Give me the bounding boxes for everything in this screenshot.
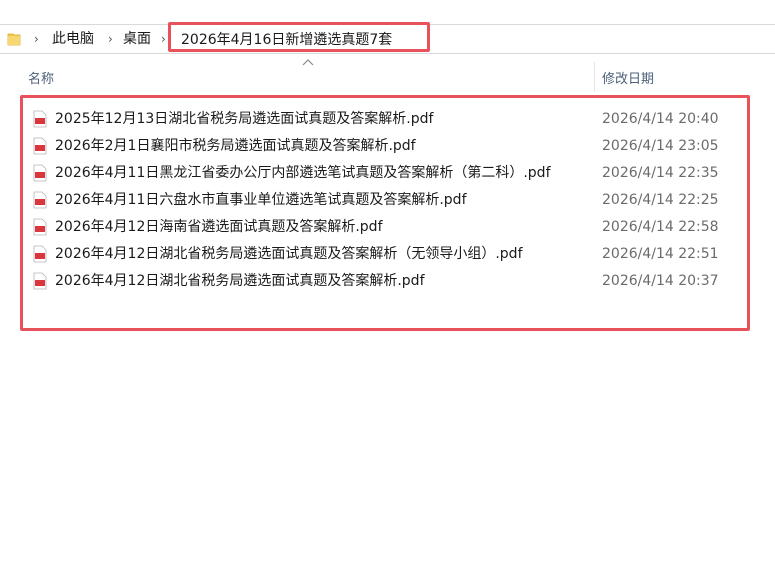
breadcrumb-desktop[interactable]: 桌面 (123, 30, 151, 48)
chevron-right-icon[interactable]: › (108, 32, 118, 46)
file-name: 2026年4月12日湖北省税务局遴选面试真题及答案解析（无领导小组）.pdf (55, 246, 523, 262)
file-row[interactable]: 2026年4月11日黑龙江省委办公厅内部遴选笔试真题及答案解析（第二科）.pdf… (33, 160, 743, 186)
column-header-name[interactable]: 名称 (28, 70, 54, 90)
file-list: 2025年12月13日湖北省税务局遴选面试真题及答案解析.pdf 2026/4/1… (20, 95, 750, 331)
file-modified-date: 2026/4/14 20:40 (602, 111, 719, 127)
address-bar[interactable]: › 此电脑 › 桌面 › 2026年4月16日新增遴选真题7套 (0, 22, 775, 54)
file-modified-date: 2026/4/14 22:58 (602, 219, 719, 235)
pdf-file-icon (33, 110, 47, 128)
chevron-right-icon[interactable]: › (34, 32, 44, 46)
file-modified-date: 2026/4/14 22:35 (602, 165, 719, 181)
folder-icon (7, 33, 21, 46)
sort-ascending-icon (302, 59, 314, 66)
file-name: 2026年4月11日六盘水市直事业单位遴选笔试真题及答案解析.pdf (55, 192, 467, 208)
file-row[interactable]: 2025年12月13日湖北省税务局遴选面试真题及答案解析.pdf 2026/4/1… (33, 106, 743, 132)
file-explorer-window: › 此电脑 › 桌面 › 2026年4月16日新增遴选真题7套 名称 修改日期 … (0, 0, 775, 580)
file-name: 2025年12月13日湖北省税务局遴选面试真题及答案解析.pdf (55, 111, 434, 127)
file-modified-date: 2026/4/14 22:51 (602, 246, 719, 262)
pdf-file-icon (33, 218, 47, 236)
pdf-file-icon (33, 164, 47, 182)
pdf-file-icon (33, 137, 47, 155)
breadcrumb-this-pc[interactable]: 此电脑 (52, 30, 94, 48)
file-row[interactable]: 2026年4月12日海南省遴选面试真题及答案解析.pdf 2026/4/14 22… (33, 214, 743, 240)
breadcrumb-current-folder[interactable]: 2026年4月16日新增遴选真题7套 (168, 22, 430, 52)
pdf-file-icon (33, 245, 47, 263)
file-name: 2026年4月12日海南省遴选面试真题及答案解析.pdf (55, 219, 383, 235)
file-row[interactable]: 2026年4月12日湖北省税务局遴选面试真题及答案解析.pdf 2026/4/14… (33, 268, 743, 294)
file-row[interactable]: 2026年2月1日襄阳市税务局遴选面试真题及答案解析.pdf 2026/4/14 … (33, 133, 743, 159)
file-name: 2026年4月11日黑龙江省委办公厅内部遴选笔试真题及答案解析（第二科）.pdf (55, 165, 551, 181)
file-modified-date: 2026/4/14 22:25 (602, 192, 719, 208)
file-modified-date: 2026/4/14 23:05 (602, 138, 719, 154)
file-modified-date: 2026/4/14 20:37 (602, 273, 719, 289)
file-name: 2026年2月1日襄阳市税务局遴选面试真题及答案解析.pdf (55, 138, 416, 154)
column-header-modified[interactable]: 修改日期 (602, 70, 654, 90)
pdf-file-icon (33, 191, 47, 209)
file-row[interactable]: 2026年4月11日六盘水市直事业单位遴选笔试真题及答案解析.pdf 2026/4… (33, 187, 743, 213)
column-divider[interactable] (594, 62, 595, 92)
file-name: 2026年4月12日湖北省税务局遴选面试真题及答案解析.pdf (55, 273, 425, 289)
file-row[interactable]: 2026年4月12日湖北省税务局遴选面试真题及答案解析（无领导小组）.pdf 20… (33, 241, 743, 267)
pdf-file-icon (33, 272, 47, 290)
